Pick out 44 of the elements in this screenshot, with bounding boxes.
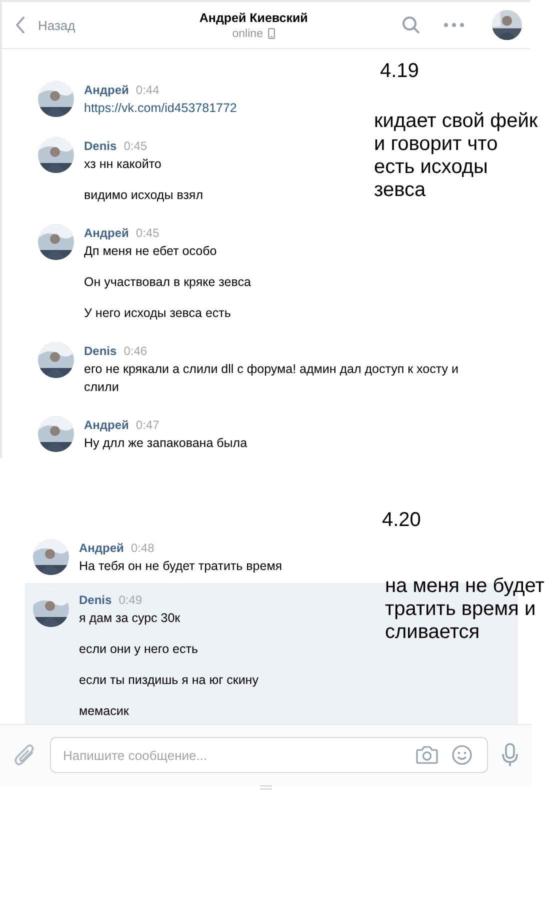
annotation-note: на меня не будет тратить время и сливается [385, 575, 546, 644]
message-text: У него исходы зевса есть [84, 305, 232, 322]
author-name[interactable]: Андрей [84, 416, 129, 434]
search-icon[interactable] [402, 16, 420, 34]
message-time: 0:47 [136, 417, 160, 434]
message-link[interactable]: https://vk.com/id453781772 [84, 99, 237, 117]
annotation-note: кидает свой фейк и говорит что есть исходы зевса [374, 110, 539, 202]
back-button[interactable]: Назад [16, 16, 76, 34]
message-time: 0:49 [118, 592, 142, 609]
message-text: Ну длл же запакована была [84, 435, 248, 452]
author-name[interactable]: Denis [84, 137, 117, 155]
annotation-label: 4.20 [382, 509, 421, 532]
author-name[interactable]: Андрей [79, 539, 124, 557]
message-text: На тебя он не будет тратить время [79, 558, 282, 575]
more-icon[interactable] [444, 23, 464, 27]
message-text: если они у него есть [79, 641, 199, 658]
message-time: 0:45 [124, 138, 148, 155]
author-name[interactable]: Denis [79, 591, 112, 609]
chat-title: Андрей Киевский [199, 10, 308, 24]
message-text: Он участвовал в кряке зевса [84, 274, 251, 291]
author-name[interactable]: Denis [84, 342, 117, 360]
message-time: 0:46 [124, 343, 148, 360]
message-time: 0:44 [136, 82, 160, 99]
message-time: 0:48 [130, 540, 154, 557]
author-name[interactable]: Андрей [84, 224, 129, 242]
message-text: Дп меня не ебет особо [84, 243, 218, 260]
message-text: его не крякали а слили dll с форума! админ дал доступ к хосту и слили [84, 361, 460, 396]
message-text: мемасик [79, 703, 130, 720]
author-name[interactable]: Андрей [84, 81, 129, 99]
annotation-label: 4.19 [380, 60, 419, 83]
phone-icon [268, 28, 275, 39]
smile-icon[interactable] [452, 745, 472, 765]
message-text: хз нн какойто [84, 156, 162, 173]
resize-handle-icon[interactable] [260, 785, 272, 790]
chevron-left-icon [16, 16, 26, 34]
message-text: я дам за сурс 30к [79, 610, 182, 627]
message-input[interactable]: Напишите сообщение... [50, 737, 488, 773]
online-status: online [232, 28, 263, 40]
camera-icon[interactable] [416, 746, 438, 764]
paperclip-icon[interactable] [14, 743, 36, 767]
message-text: видимо исходы взял [84, 187, 203, 204]
microphone-icon[interactable] [502, 743, 518, 767]
message-text: если ты пиздишь я на юг скину [79, 672, 258, 689]
message-time: 0:45 [136, 225, 160, 242]
